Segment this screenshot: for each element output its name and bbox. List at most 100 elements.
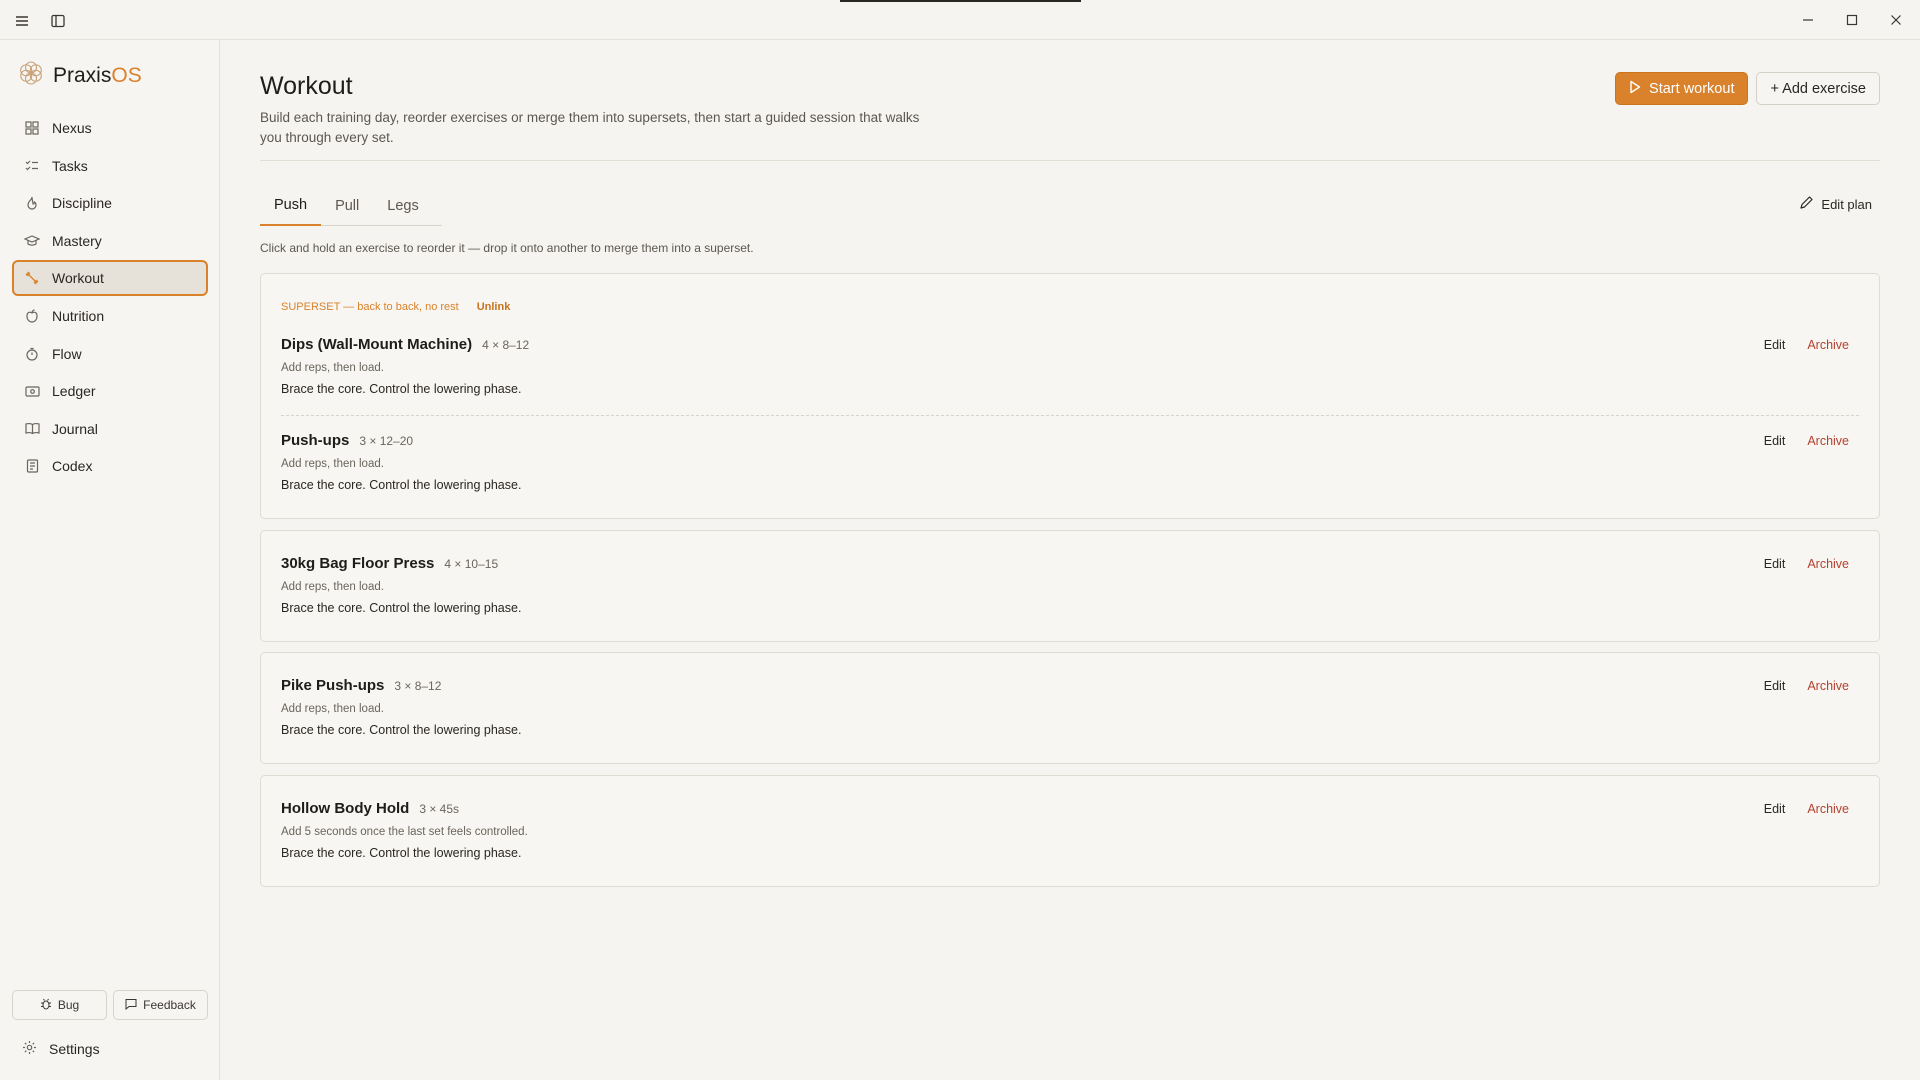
graduation-cap-icon [24,233,40,249]
exercise-sets: 3 × 8–12 [394,679,442,693]
exercise-sets: 3 × 45s [419,802,460,816]
window-drag-handle[interactable] [840,0,1081,2]
sidebar-item-label: Workout [52,270,104,287]
exercise-name: Push-ups [281,432,350,449]
archive-exercise-button[interactable]: Archive [1807,434,1849,448]
exercise-note: Brace the core. Control the lowering pha… [281,601,522,615]
sidebar-item-label: Mastery [52,232,102,249]
exercise-progression: Add 5 seconds once the last set feels co… [281,826,528,838]
sidebar-item-workout[interactable]: Workout [12,260,208,297]
sidebar-item-label: Discipline [52,195,112,212]
exercise-card[interactable]: Pike Push-ups 3 × 8–12 Add reps, then lo… [260,652,1880,764]
sidebar: PraxisOS Nexus Tasks Discipline Mastery … [0,40,220,1080]
sidebar-item-nutrition[interactable]: Nutrition [12,298,208,334]
archive-exercise-button[interactable]: Archive [1807,802,1849,816]
sidebar-item-ledger[interactable]: Ledger [12,373,208,409]
edit-plan-button[interactable]: Edit plan [1799,195,1872,213]
exercise-note: Brace the core. Control the lowering pha… [281,382,522,396]
header-actions: Start workout + Add exercise [1615,72,1880,105]
sidebar-item-label: Nutrition [52,307,105,324]
archive-exercise-button[interactable]: Archive [1807,338,1849,352]
notebook-icon [24,458,40,474]
sidebar-item-nexus[interactable]: Nexus [12,110,208,146]
tab-push[interactable]: Push [260,186,322,226]
sidebar-item-codex[interactable]: Codex [12,448,208,484]
superset-label: SUPERSET — back to back, no rest [281,301,459,313]
sidebar-item-label: Tasks [52,157,88,174]
exercise-note: Brace the core. Control the lowering pha… [281,723,522,737]
exercise-item[interactable]: Pike Push-ups 3 × 8–12 Add reps, then lo… [281,677,1859,761]
edit-exercise-button[interactable]: Edit [1764,434,1786,448]
exercise-note: Brace the core. Control the lowering pha… [281,846,522,860]
bug-report-button[interactable]: Bug [12,990,107,1020]
close-icon[interactable] [1886,10,1906,30]
pencil-icon [1799,195,1814,213]
exercise-card[interactable]: 30kg Bag Floor Press 4 × 10–15 Add reps,… [260,530,1880,642]
exercise-sets: 4 × 8–12 [482,338,530,352]
flame-icon [24,195,40,211]
edit-exercise-button[interactable]: Edit [1764,802,1786,816]
add-exercise-button[interactable]: + Add exercise [1756,72,1880,105]
sidebar-footer-actions: Bug Feedback [12,990,208,1020]
archive-exercise-button[interactable]: Archive [1807,679,1849,693]
exercise-item[interactable]: Hollow Body Hold 3 × 45s Add 5 seconds o… [281,800,1859,884]
exercise-card[interactable]: Hollow Body Hold 3 × 45s Add 5 seconds o… [260,775,1880,887]
exercise-sets: 3 × 12–20 [359,434,414,448]
page-description: Build each training day, reorder exercis… [260,110,920,145]
exercise-name: Pike Push-ups [281,677,385,694]
exercise-progression: Add reps, then load. [281,581,384,593]
superset-card[interactable]: SUPERSET — back to back, no rest Unlink … [260,273,1880,519]
exercise-progression: Add reps, then load. [281,458,384,470]
sidebar-item-label: Nexus [52,120,92,136]
title-bar [0,0,1920,40]
wallet-icon [24,383,40,399]
sidebar-item-label: Codex [52,458,93,475]
archive-exercise-button[interactable]: Archive [1807,557,1849,571]
sidebar-toggle-icon[interactable] [48,11,68,31]
exercise-note: Brace the core. Control the lowering pha… [281,478,522,492]
page-title: Workout [260,72,353,100]
sidebar-item-journal[interactable]: Journal [12,411,208,447]
header-divider [260,160,1880,161]
exercise-progression: Add reps, then load. [281,362,384,374]
brand-name: PraxisOS [53,63,142,87]
tab-pull[interactable]: Pull [321,186,373,226]
timer-icon [24,346,40,362]
logo-icon [18,60,44,91]
edit-exercise-button[interactable]: Edit [1764,679,1786,693]
maximize-icon[interactable] [1842,10,1862,30]
exercise-item[interactable]: Push-ups 3 × 12–20 Add reps, then load. … [281,432,1859,516]
exercise-name: Hollow Body Hold [281,800,410,817]
day-tabs: Push Pull Legs [260,186,442,226]
edit-exercise-button[interactable]: Edit [1764,338,1786,352]
bug-icon [40,998,52,1013]
sidebar-item-label: Ledger [52,383,96,400]
sidebar-item-mastery[interactable]: Mastery [12,223,208,259]
exercise-item[interactable]: 30kg Bag Floor Press 4 × 10–15 Add reps,… [281,555,1859,639]
sidebar-item-discipline[interactable]: Discipline [12,185,208,221]
unlink-button[interactable]: Unlink [477,301,511,313]
sidebar-item-label: Journal [52,420,98,437]
menu-icon[interactable] [12,11,32,31]
play-icon [1629,80,1641,98]
book-icon [24,421,40,437]
exercise-name: Dips (Wall-Mount Machine) [281,336,473,353]
sidebar-item-label: Flow [52,345,82,362]
brand[interactable]: PraxisOS [18,60,142,91]
sidebar-item-tasks[interactable]: Tasks [12,148,208,184]
feedback-button[interactable]: Feedback [113,990,208,1020]
exercise-item[interactable]: Dips (Wall-Mount Machine) 4 × 8–12 Add r… [281,336,1859,420]
edit-exercise-button[interactable]: Edit [1764,557,1786,571]
reorder-hint: Click and hold an exercise to reorder it… [260,241,754,255]
exercise-progression: Add reps, then load. [281,703,384,715]
gear-icon [22,1040,37,1058]
start-workout-button[interactable]: Start workout [1615,72,1749,105]
dumbbell-icon [24,270,40,286]
grid-icon [24,120,40,136]
minimize-icon[interactable] [1798,10,1818,30]
sidebar-item-flow[interactable]: Flow [12,336,208,372]
sidebar-nav: Nexus Tasks Discipline Mastery Workout N… [12,110,208,486]
superset-header: SUPERSET — back to back, no rest Unlink [281,301,510,313]
tab-legs[interactable]: Legs [373,186,432,226]
settings-link[interactable]: Settings [22,1040,100,1058]
